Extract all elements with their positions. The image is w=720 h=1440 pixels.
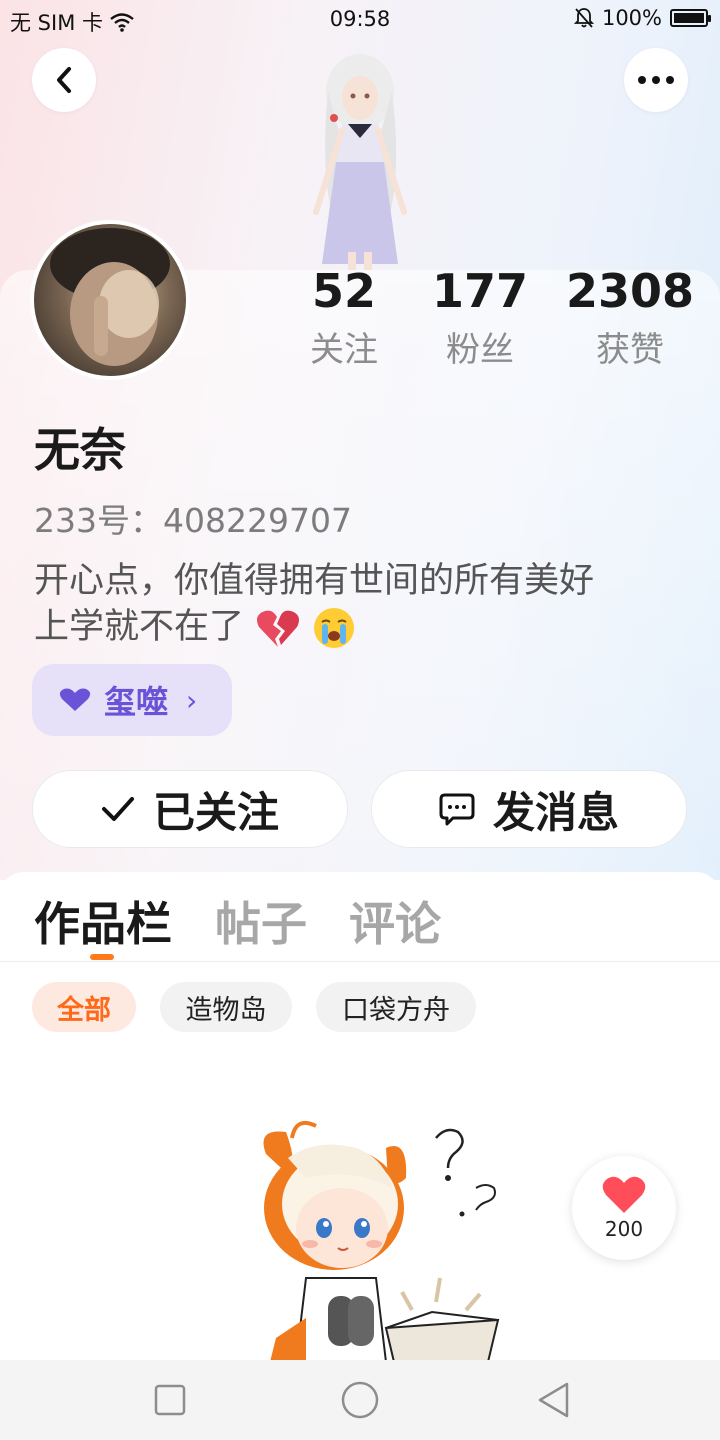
followed-label: 已关注 [152, 787, 279, 837]
tab-posts[interactable]: 帖子 [215, 888, 307, 954]
following-label: 关注 [310, 330, 378, 370]
heart-icon [59, 688, 91, 711]
followers-count: 177 [431, 264, 529, 318]
stat-following[interactable]: 52 关注 [298, 262, 390, 374]
battery-icon [670, 9, 711, 27]
like-count: 200 [604, 1217, 644, 1241]
following-count: 52 [311, 264, 376, 318]
tab-divider [0, 961, 720, 962]
group-tag-label: 玺噬 [104, 683, 169, 721]
home-icon[interactable] [340, 1380, 380, 1420]
crying-face-icon [314, 608, 355, 648]
battery-text: 100% [601, 6, 662, 30]
floating-like-button[interactable]: 200 [572, 1156, 676, 1260]
followed-button[interactable]: 已关注 [32, 770, 348, 848]
bio: 开心点，你值得拥有世间的所有美好 上学就不在了 [34, 558, 594, 650]
status-right: 100% [573, 6, 711, 30]
profile-avatar[interactable] [30, 220, 190, 380]
heart-icon [602, 1176, 646, 1213]
broken-heart-icon [257, 610, 300, 647]
stat-likes[interactable]: 2308 获赞 [566, 262, 694, 374]
bio-line-2: 上学就不在了 [34, 604, 594, 650]
bell-off-icon [573, 8, 594, 28]
likes-received-count: 2308 [566, 264, 695, 318]
followers-label: 粉丝 [446, 330, 514, 370]
group-tag-chip[interactable]: 玺噬 › [32, 664, 232, 736]
send-message-button[interactable]: 发消息 [371, 770, 687, 848]
tab-comments[interactable]: 评论 [349, 888, 441, 954]
tab-works[interactable]: 作品栏 [34, 888, 172, 954]
more-icon [638, 76, 674, 84]
status-bar: 无 SIM 卡 09:58 100% [0, 0, 720, 38]
back-button[interactable] [32, 48, 96, 112]
filter-ark[interactable]: 口袋方舟 [316, 982, 476, 1032]
check-icon [101, 797, 134, 821]
nickname: 无奈 [34, 423, 126, 477]
filter-all[interactable]: 全部 [32, 982, 136, 1032]
recent-apps-icon[interactable] [150, 1380, 190, 1420]
back-icon [57, 67, 71, 93]
likes-received-label: 获赞 [596, 330, 664, 370]
more-button[interactable] [624, 48, 688, 112]
character-figure [313, 54, 407, 270]
message-icon [439, 793, 475, 826]
user-id: 233号：408229707 [34, 501, 352, 540]
bio-line-1: 开心点，你值得拥有世间的所有美好 [34, 561, 595, 601]
tab-active-indicator [90, 954, 114, 960]
bio-line-2-text: 上学就不在了 [34, 607, 245, 647]
chevron-right-icon: › [186, 683, 198, 717]
back-nav-icon[interactable] [534, 1380, 574, 1420]
filter-island[interactable]: 造物岛 [160, 982, 292, 1032]
send-message-label: 发消息 [492, 787, 619, 837]
stat-followers[interactable]: 177 粉丝 [430, 262, 530, 374]
avatar-photo [50, 228, 170, 366]
empty-state-illustration [263, 1121, 500, 1362]
system-navigation-bar [0, 1360, 720, 1440]
